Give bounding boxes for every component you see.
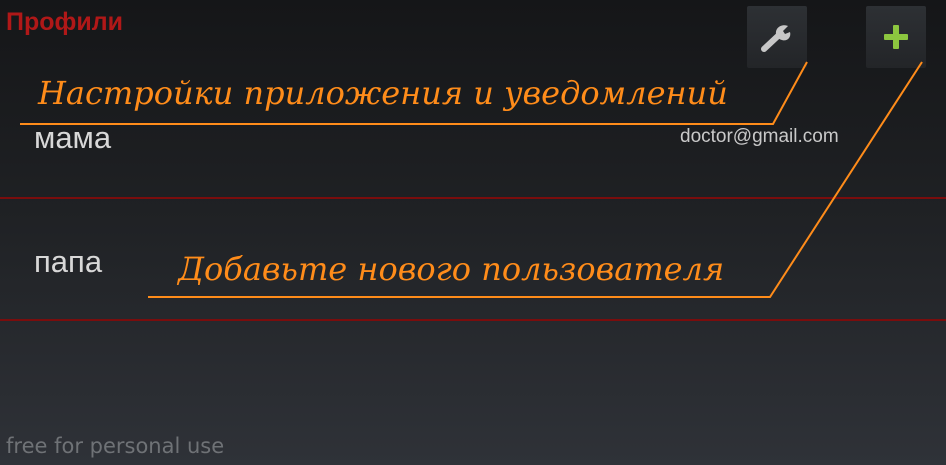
- divider: [0, 197, 946, 199]
- watermark: free for personal use: [6, 434, 225, 458]
- plus-icon: [884, 25, 908, 49]
- page-title: Профили: [6, 8, 124, 36]
- profile-name: папа: [34, 244, 103, 279]
- profile-email: doctor@gmail.com: [680, 126, 839, 147]
- settings-button[interactable]: [747, 6, 807, 68]
- profile-name: мама: [34, 120, 112, 155]
- divider: [0, 319, 946, 321]
- settings-callout-text: Настройки приложения и уведомлений: [38, 74, 728, 112]
- wrench-icon: [761, 25, 791, 52]
- add-profile-button[interactable]: [866, 6, 926, 68]
- add-user-callout-text: Добавьте нового пользователя: [178, 250, 725, 288]
